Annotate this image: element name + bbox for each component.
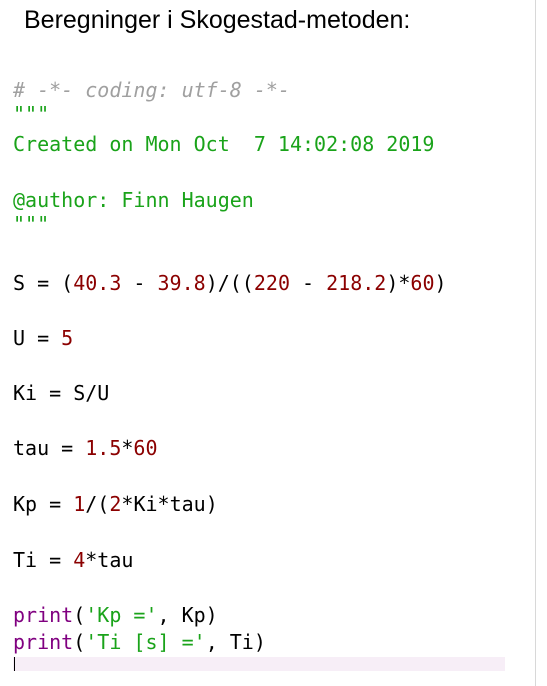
docstring-token: @author: Finn Haugen	[13, 188, 254, 212]
number-token: 2	[109, 492, 122, 516]
code-line-encoding-comment: # -*- coding: utf-8 -*-	[13, 76, 290, 104]
code-token: -	[289, 271, 327, 295]
code-line-s-assignment: S = (40.3 - 39.8)/((220 - 218.2)*60)	[13, 269, 447, 297]
number-token: 1	[73, 492, 86, 516]
code-line-ti-assignment: Ti = 4*tau	[13, 546, 133, 574]
number-token: 220	[253, 271, 290, 295]
code-token: , Ti)	[205, 630, 266, 654]
code-token: Ki = S/U	[13, 381, 110, 405]
number-token: 1.5	[85, 436, 122, 460]
docstring-token: """	[13, 212, 50, 236]
code-line-ki-assignment: Ki = S/U	[13, 379, 109, 407]
builtin-token: print	[13, 603, 74, 627]
comment-token: # -*- coding: utf-8 -*-	[13, 78, 290, 102]
code-token: (	[73, 603, 86, 627]
number-token: 218.2	[326, 271, 387, 295]
code-line-docstring-close: """	[13, 210, 49, 238]
number-token: 40.3	[73, 271, 122, 295]
code-token: tau =	[13, 436, 86, 460]
number-token: 60	[133, 436, 158, 460]
current-line-highlight[interactable]	[13, 657, 505, 671]
text-caret	[14, 657, 15, 671]
code-token: , Kp)	[157, 603, 218, 627]
code-token: *tau	[85, 548, 134, 572]
code-token: S = (	[13, 271, 74, 295]
code-line-print-ti: print('Ti [s] =', Ti)	[13, 628, 266, 656]
number-token: 39.8	[157, 271, 206, 295]
docstring-token: Created on Mon Oct 7 14:02:08 2019	[13, 132, 435, 156]
builtin-token: print	[13, 630, 74, 654]
number-token: 60	[410, 271, 435, 295]
code-token: Ti =	[13, 548, 74, 572]
string-token: 'Ti [s] ='	[85, 630, 206, 654]
code-token: (	[73, 630, 86, 654]
code-token: *Ki*tau)	[121, 492, 218, 516]
code-token: /(	[85, 492, 110, 516]
code-line-print-kp: print('Kp =', Kp)	[13, 601, 218, 629]
number-token: 5	[61, 326, 74, 350]
code-line-u-assignment: U = 5	[13, 324, 73, 352]
code-token: U =	[13, 326, 62, 350]
code-line-tau-assignment: tau = 1.5*60	[13, 434, 158, 462]
code-line-kp-assignment: Kp = 1/(2*Ki*tau)	[13, 490, 218, 518]
docstring-token: """	[13, 102, 50, 126]
page-title: Beregninger i Skogestad-metoden:	[24, 6, 411, 34]
code-token: )/((	[205, 271, 254, 295]
code-token: )*	[386, 271, 411, 295]
string-token: 'Kp ='	[85, 603, 158, 627]
number-token: 4	[73, 548, 86, 572]
code-token: )	[434, 271, 447, 295]
code-token: -	[121, 271, 158, 295]
code-line-docstring-open: """	[13, 100, 49, 128]
code-line-created: Created on Mon Oct 7 14:02:08 2019	[13, 130, 434, 158]
code-token: Kp =	[13, 492, 74, 516]
code-token: *	[121, 436, 134, 460]
editor-border	[535, 0, 536, 686]
